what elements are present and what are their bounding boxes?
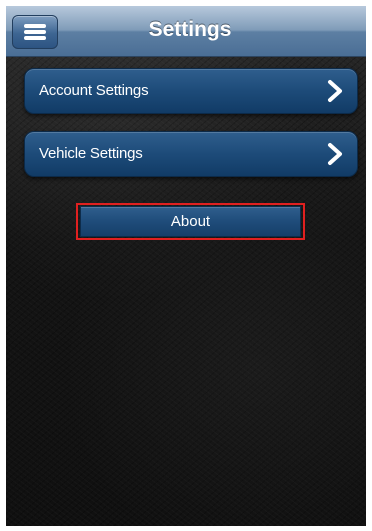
account-settings-button[interactable]: Account Settings <box>24 68 358 114</box>
header-bar: Settings <box>6 6 366 57</box>
settings-screen: Settings Account Settings Vehicle Settin… <box>6 6 366 526</box>
chevron-right-icon <box>328 143 342 165</box>
vehicle-settings-button[interactable]: Vehicle Settings <box>24 131 358 177</box>
vehicle-settings-label: Vehicle Settings <box>39 145 143 162</box>
about-label: About <box>170 213 211 230</box>
about-button[interactable]: About <box>80 206 301 237</box>
page-title: Settings <box>148 18 232 41</box>
account-settings-label: Account Settings <box>39 82 149 99</box>
chevron-right-icon <box>328 80 342 102</box>
